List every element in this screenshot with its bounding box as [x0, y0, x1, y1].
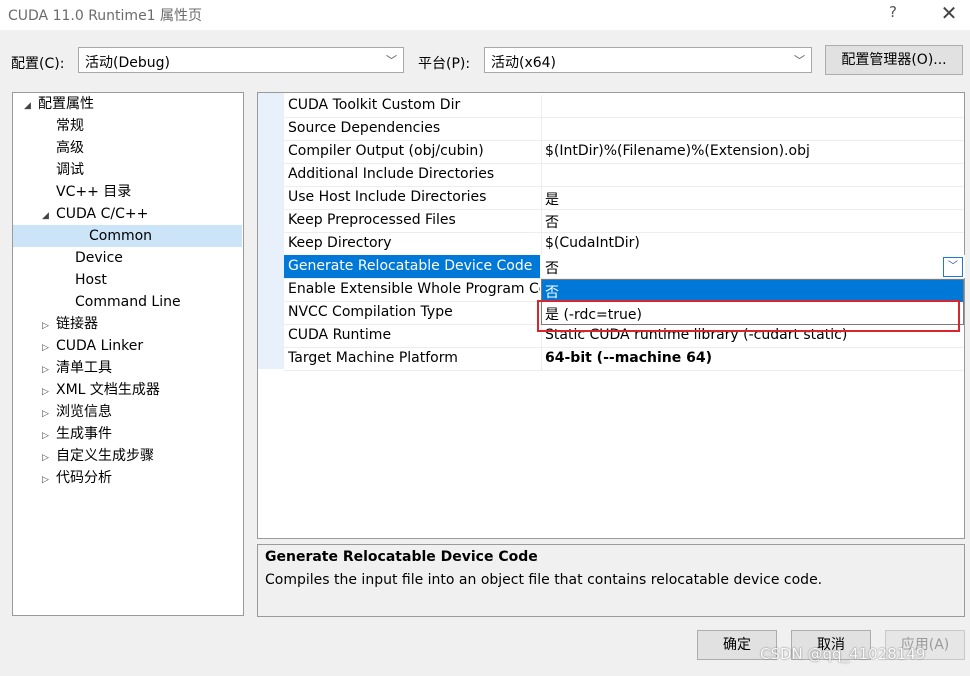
property-row[interactable]: Additional Include Directories	[284, 164, 964, 187]
tree-node[interactable]: ◢配置属性	[24, 93, 94, 115]
chevron-down-icon: ﹀	[386, 52, 397, 68]
property-row[interactable]: Keep Directory $(CudaIntDir)	[284, 233, 964, 256]
tree-node-label: CUDA Linker	[56, 338, 143, 354]
property-name: Source Dependencies	[288, 120, 540, 136]
dropdown-option-label: 否	[545, 282, 559, 302]
tree-node[interactable]: ◢CUDA C/C++	[42, 203, 148, 225]
property-row[interactable]: Generate Relocatable Device Code 否	[284, 256, 964, 279]
tree-node-label: 生成事件	[56, 426, 112, 442]
property-row[interactable]: CUDA Toolkit Custom Dir	[284, 95, 964, 118]
tree-node[interactable]: ▷代码分析	[42, 467, 112, 489]
tree-node-label: 自定义生成步骤	[56, 448, 154, 464]
property-name: CUDA Toolkit Custom Dir	[288, 97, 540, 113]
tree-node-label: XML 文档生成器	[56, 382, 160, 398]
window-title: CUDA 11.0 Runtime1 属性页	[8, 5, 202, 25]
tree-node[interactable]: ▷浏览信息	[42, 401, 112, 423]
collapsed-icon[interactable]: ▷	[42, 315, 56, 337]
tree-node-label: 调试	[56, 162, 84, 178]
description-text: Compiles the input file into an object f…	[265, 572, 822, 588]
tree-node-label: 配置属性	[38, 96, 94, 112]
tree-node[interactable]: ▷自定义生成步骤	[42, 445, 154, 467]
expanded-icon[interactable]: ◢	[24, 95, 38, 117]
property-name: Enable Extensible Whole Program Compilat…	[288, 281, 540, 297]
property-name: NVCC Compilation Type	[288, 304, 540, 320]
property-name: Target Machine Platform	[288, 350, 540, 366]
property-row[interactable]: Source Dependencies	[284, 118, 964, 141]
chevron-down-icon: ﹀	[948, 261, 958, 272]
description-title: Generate Relocatable Device Code	[265, 549, 538, 565]
tree-node-label: Host	[75, 272, 107, 288]
tree-node[interactable]: ▷链接器	[42, 313, 98, 335]
property-value: 否	[545, 258, 559, 278]
tree-node-label: 常规	[56, 118, 84, 134]
tree-node-label: VC++ 目录	[56, 184, 131, 200]
property-name: Additional Include Directories	[288, 166, 540, 182]
collapsed-icon[interactable]: ▷	[42, 403, 56, 425]
tree-node[interactable]: 调试	[42, 159, 84, 181]
property-value: $(IntDir)%(Filename)%(Extension).obj	[545, 143, 810, 159]
collapsed-icon[interactable]: ▷	[42, 469, 56, 491]
tree-node[interactable]: Device	[61, 247, 123, 269]
close-icon: ✕	[941, 1, 958, 25]
dropdown-button[interactable]: ﹀	[943, 257, 963, 277]
description-panel: Generate Relocatable Device Code Compile…	[257, 544, 965, 617]
property-name: Use Host Include Directories	[288, 189, 540, 205]
tree-node[interactable]: ▷清单工具	[42, 357, 112, 379]
property-value: 是	[545, 189, 559, 209]
property-row[interactable]: Target Machine Platform 64-bit (--machine…	[284, 348, 964, 371]
tree-node-label: CUDA C/C++	[56, 206, 148, 222]
collapsed-icon[interactable]: ▷	[42, 425, 56, 447]
config-combo-value: 活动(Debug)	[85, 55, 170, 71]
tree-node[interactable]: ▷XML 文档生成器	[42, 379, 160, 401]
annotation-highlight-box	[537, 300, 960, 332]
help-button[interactable]: ?	[884, 3, 902, 25]
expanded-icon[interactable]: ◢	[42, 205, 56, 227]
tree-node-label: 清单工具	[56, 360, 112, 376]
tree-node-label: 代码分析	[56, 470, 112, 486]
tree-node[interactable]: ▷CUDA Linker	[42, 335, 143, 357]
tree-node[interactable]: ▷生成事件	[42, 423, 112, 445]
tree-node[interactable]: Common	[13, 225, 242, 247]
tree-node[interactable]: VC++ 目录	[42, 181, 131, 203]
property-value: 64-bit (--machine 64)	[545, 350, 712, 366]
grid-margin	[258, 93, 284, 369]
platform-combo-value: 活动(x64)	[491, 55, 556, 71]
property-name: Compiler Output (obj/cubin)	[288, 143, 540, 159]
dropdown-option-no[interactable]: 否	[542, 280, 963, 302]
property-row[interactable]: Use Host Include Directories 是	[284, 187, 964, 210]
tree-node-label: Common	[89, 228, 152, 244]
collapsed-icon[interactable]: ▷	[42, 359, 56, 381]
property-value: $(CudaIntDir)	[545, 235, 640, 251]
property-row[interactable]: Keep Preprocessed Files 否	[284, 210, 964, 233]
watermark: CSDN @qq_41028149	[760, 645, 925, 663]
config-combo[interactable]: 活动(Debug) ﹀	[78, 47, 404, 73]
collapsed-icon[interactable]: ▷	[42, 337, 56, 359]
property-name: Keep Directory	[288, 235, 540, 251]
close-button[interactable]: ✕	[936, 1, 962, 27]
tree-node-label: 链接器	[56, 316, 98, 332]
tree-node-label: Device	[75, 250, 123, 266]
collapsed-icon[interactable]: ▷	[42, 447, 56, 469]
platform-combo[interactable]: 活动(x64) ﹀	[484, 47, 812, 73]
tree-node-label: 浏览信息	[56, 404, 112, 420]
property-name: CUDA Runtime	[288, 327, 540, 343]
collapsed-icon[interactable]: ▷	[42, 381, 56, 403]
config-manager-button[interactable]: 配置管理器(O)...	[825, 45, 963, 75]
tree-node[interactable]: Command Line	[61, 291, 181, 313]
tree-node-label: 高级	[56, 140, 84, 156]
tree-node[interactable]: 常规	[42, 115, 84, 137]
tree-node-label: Command Line	[75, 294, 181, 310]
property-value: 否	[545, 212, 559, 232]
tree-node[interactable]: 高级	[42, 137, 84, 159]
tree-node[interactable]: Host	[61, 269, 107, 291]
chevron-down-icon: ﹀	[794, 52, 805, 68]
property-row[interactable]: Compiler Output (obj/cubin) $(IntDir)%(Fi…	[284, 141, 964, 164]
property-name: Generate Relocatable Device Code	[288, 258, 540, 274]
config-label: 配置(C):	[11, 53, 64, 73]
platform-label: 平台(P):	[418, 53, 470, 73]
property-name: Keep Preprocessed Files	[288, 212, 540, 228]
